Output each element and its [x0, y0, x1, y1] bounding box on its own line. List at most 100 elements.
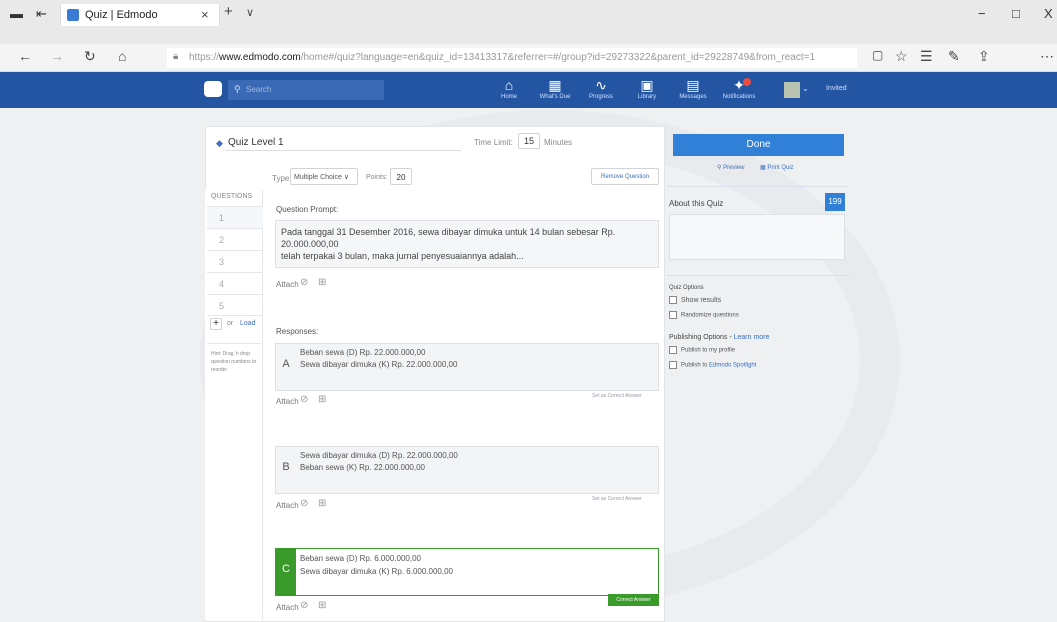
question-number[interactable]: 5	[207, 294, 263, 316]
publish-profile-checkbox[interactable]	[669, 346, 677, 354]
attach-label[interactable]: Attach	[276, 501, 299, 510]
type-label: Type:	[272, 174, 292, 183]
response-letter-correct: C	[276, 549, 296, 595]
edmodo-favicon-icon	[67, 9, 79, 21]
show-results-checkbox[interactable]	[669, 296, 677, 304]
search-input[interactable]: ⚲ Search	[228, 80, 384, 100]
nav-label: Home	[500, 94, 517, 100]
set-correct-answer-link[interactable]: Set as Correct Answer	[592, 393, 642, 399]
type-select[interactable]: Multiple Choice ∨	[290, 168, 358, 185]
set-correct-answer-link[interactable]: Set as Correct Answer	[592, 496, 642, 502]
pen-icon[interactable]: ✎	[948, 48, 960, 65]
load-link[interactable]: Load	[240, 320, 256, 327]
paperclip-icon[interactable]: ⊘	[300, 394, 308, 405]
paperclip-icon[interactable]: ⊘	[300, 498, 308, 509]
library-icon[interactable]: ⊞	[318, 600, 326, 611]
nav-notifications[interactable]: ✦ Notifications	[714, 76, 764, 100]
refresh-icon[interactable]: ↻	[84, 48, 96, 65]
reading-view-icon[interactable]: ▢	[872, 48, 883, 62]
edmodo-logo-icon[interactable]	[204, 81, 222, 97]
quiz-shield-icon: ◆	[216, 138, 223, 148]
library-icon[interactable]: ⊞	[318, 498, 326, 509]
nav-whats-due[interactable]: ▦ What's Due	[530, 76, 580, 100]
about-textarea[interactable]	[669, 214, 845, 260]
time-limit-input[interactable]: 15	[518, 133, 540, 149]
attach-label[interactable]: Attach	[276, 280, 299, 289]
chevron-down-icon[interactable]: ⌄	[802, 84, 809, 93]
learn-more-link[interactable]: Learn more	[734, 334, 770, 341]
preview-link[interactable]: ⚲ Preview	[717, 164, 744, 171]
done-button[interactable]: Done	[673, 134, 844, 156]
response-line-2: Sewa dibayar dimuka (K) Rp. 6.000.000,00	[300, 567, 453, 576]
nav-progress[interactable]: ∿ Progress	[576, 76, 626, 100]
favorite-star-icon[interactable]: ☆	[895, 48, 908, 65]
spotlight-link[interactable]: Edmodo Spotlight	[709, 363, 756, 369]
show-results-label: Show results	[681, 296, 722, 304]
publish-spotlight-option[interactable]: Publish to Edmodo Spotlight	[669, 361, 756, 369]
back-icon[interactable]: ←	[18, 48, 32, 64]
share-icon[interactable]: ⇪	[978, 48, 990, 65]
remove-question-button[interactable]: Remove Question	[591, 168, 659, 185]
question-number[interactable]: 3	[207, 250, 263, 272]
printer-icon: ▦	[760, 165, 766, 171]
preview-label: Preview	[723, 165, 745, 171]
response-line-1: Beban sewa (D) Rp. 22.000.000,00	[300, 348, 426, 357]
nav-library[interactable]: ▣ Library	[622, 76, 672, 100]
question-number[interactable]: 2	[207, 228, 263, 250]
randomize-option[interactable]: Randomize questions	[669, 311, 739, 319]
paperclip-icon[interactable]: ⊘	[300, 277, 308, 288]
prompt-line-2: telah terpakai 3 bulan, maka jurnal peny…	[281, 251, 524, 261]
nav-label: Messages	[679, 94, 707, 100]
close-window-button[interactable]: X	[1044, 6, 1053, 21]
tab-list-button[interactable]: ∨	[246, 6, 254, 19]
close-tab-icon[interactable]: ×	[201, 7, 209, 22]
prompt-line-1: Pada tanggal 31 Desember 2016, sewa diba…	[281, 227, 616, 249]
character-count-badge: 199	[825, 193, 845, 211]
attach-label[interactable]: Attach	[276, 397, 299, 406]
new-tab-button[interactable]: +	[224, 3, 233, 20]
more-icon[interactable]: ⋯	[1040, 48, 1054, 65]
quiz-title[interactable]: Quiz Level 1	[228, 137, 284, 148]
type-value: Multiple Choice	[294, 174, 342, 181]
response-line-1: Sewa dibayar dimuka (D) Rp. 22.000.000,0…	[300, 451, 458, 460]
paperclip-icon[interactable]: ⊘	[300, 600, 308, 611]
avatar[interactable]	[784, 82, 800, 98]
minimize-button[interactable]: −	[978, 6, 986, 21]
attach-label[interactable]: Attach	[276, 603, 299, 612]
calendar-icon: ▦	[548, 77, 562, 93]
nav-messages[interactable]: ▤ Messages	[668, 76, 718, 100]
browser-title-bar: ▬ ⇤ Quiz | Edmodo × + ∨ − □ X	[0, 0, 1057, 44]
question-prompt-input[interactable]: Pada tanggal 31 Desember 2016, sewa diba…	[275, 220, 659, 268]
forward-icon[interactable]: →	[50, 48, 64, 64]
home-icon[interactable]: ⌂	[118, 48, 126, 64]
question-number[interactable]: 4	[207, 272, 263, 294]
tab-actions-icon[interactable]: ▬	[10, 6, 23, 21]
publish-profile-option[interactable]: Publish to my profile	[669, 346, 735, 354]
title-underline	[225, 150, 461, 151]
library-icon[interactable]: ⊞	[318, 394, 326, 405]
responses-label: Responses:	[276, 327, 319, 336]
chevron-down-icon: ∨	[343, 174, 349, 181]
points-input[interactable]: 20	[390, 168, 412, 185]
set-aside-tabs-icon[interactable]: ⇤	[36, 6, 47, 22]
library-icon[interactable]: ⊞	[318, 277, 326, 288]
quiz-options-label: Quiz Options	[669, 285, 704, 291]
maximize-button[interactable]: □	[1012, 6, 1020, 21]
question-number[interactable]: 1	[207, 206, 263, 228]
library-icon: ▣	[640, 77, 654, 93]
reorder-hint: Hint: Drag 'n drop question numbers to r…	[211, 351, 257, 373]
publish-spotlight-checkbox[interactable]	[669, 361, 677, 369]
tab-title: Quiz | Edmodo	[85, 9, 158, 21]
add-question-button[interactable]: +	[210, 318, 222, 330]
divider	[207, 343, 261, 344]
print-quiz-link[interactable]: ▦ Print Quiz	[760, 164, 794, 171]
randomize-checkbox[interactable]	[669, 311, 677, 319]
favorites-hub-icon[interactable]: ☰	[920, 48, 933, 65]
randomize-label: Randomize questions	[681, 312, 739, 319]
browser-tab[interactable]: Quiz | Edmodo ×	[60, 4, 220, 26]
show-results-option[interactable]: Show results	[669, 296, 721, 304]
nav-home[interactable]: ⌂ Home	[484, 76, 534, 100]
notification-badge	[743, 78, 751, 86]
question-prompt-label: Question Prompt:	[276, 205, 339, 214]
address-field[interactable]: 🔒︎ https://www.edmodo.com/home#/quiz?lan…	[167, 48, 857, 68]
